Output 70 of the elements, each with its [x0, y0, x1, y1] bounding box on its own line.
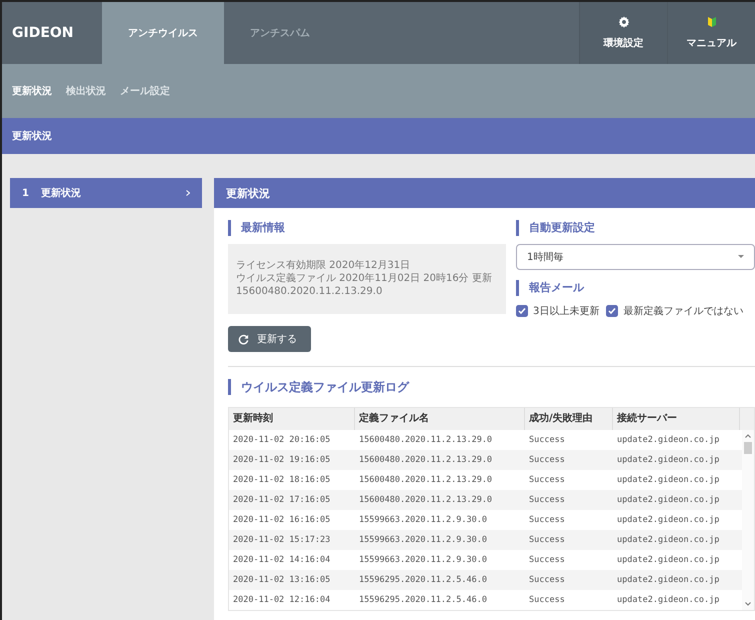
scroll-down-icon[interactable]	[745, 602, 751, 606]
table-cell-text: update2.gideon.co.jp	[616, 475, 720, 485]
table-cell-text: 2020-11-02 14:16:04	[232, 555, 332, 565]
table-cell-text: 2020-11-02 20:16:05	[232, 435, 332, 445]
leaf-icon	[706, 16, 718, 28]
table-cell-text: 2020-11-02 16:16:05	[232, 515, 332, 525]
table-cell-text: 2020-11-02 17:16:05	[232, 495, 332, 505]
section-heading: ウイルス定義ファイル更新ログ	[228, 379, 755, 395]
table-cell-text: update2.gideon.co.jp	[616, 555, 720, 565]
info-text: 15600480.2020.11.2.13.29.0	[236, 286, 384, 298]
table-cell-text: 15599663.2020.11.2.9.30.0	[358, 515, 488, 525]
refresh-icon	[238, 334, 249, 344]
sub-tab[interactable]: 更新状況	[12, 84, 52, 98]
info-text: ウイルス定義ファイル 2020年11月02日 20時16分 更新	[236, 273, 493, 285]
table-cell-text: 15600480.2020.11.2.13.29.0	[358, 455, 494, 465]
table-cell-text: Success	[528, 535, 566, 545]
table-cell-text: 2020-11-02 13:16:05	[232, 575, 332, 585]
nav-action-button[interactable]: 環境設定	[579, 2, 667, 64]
table-cell-text: 15596295.2020.11.2.5.46.0	[358, 595, 488, 605]
table-cell-text: Success	[528, 575, 566, 585]
table-cell-text: Success	[528, 495, 566, 505]
table-cell-text: Success	[528, 475, 566, 485]
scrollbar[interactable]	[742, 430, 754, 610]
table-cell-text: update2.gideon.co.jp	[616, 455, 720, 465]
table-cell-text: update2.gideon.co.jp	[616, 535, 720, 545]
column-header: 更新時刻	[229, 408, 355, 430]
interval-dropdown[interactable]: 1時間毎	[516, 244, 755, 270]
nav-tab[interactable]: アンチウイルス	[102, 2, 224, 64]
table-cell-text: Success	[528, 455, 566, 465]
table-cell-text: 15599663.2020.11.2.9.30.0	[358, 535, 488, 545]
table-cell-text: Success	[528, 515, 566, 525]
checkbox-option[interactable]: 最新定義ファイルではない	[606, 304, 744, 318]
logo-text: GIDEON	[11, 25, 75, 41]
section-heading: 報告メール	[516, 280, 755, 296]
table-cell-text: 15600480.2020.11.2.13.29.0	[358, 495, 494, 505]
nav-action-button[interactable]: マニュアル	[667, 2, 755, 64]
table-cell-text: 15599663.2020.11.2.9.30.0	[358, 555, 488, 565]
table-cell-text: update2.gideon.co.jp	[616, 515, 720, 525]
scroll-thumb[interactable]	[744, 442, 752, 454]
column-header: 接続サーバー	[613, 408, 740, 430]
panel-title: 更新状況	[226, 186, 270, 200]
column-header: 成功/失敗理由	[525, 408, 613, 430]
chevron-icon	[186, 190, 190, 196]
checkbox[interactable]	[516, 305, 528, 317]
caret-icon	[738, 255, 744, 259]
table-cell-text: 2020-11-02 19:16:05	[232, 455, 332, 465]
scroll-up-icon[interactable]	[745, 434, 751, 438]
table-cell-text: 2020-11-02 15:17:23	[232, 535, 332, 545]
table-cell-text: Success	[528, 595, 566, 605]
section-heading: 自動更新設定	[516, 220, 755, 236]
checkbox-option[interactable]: 3日以上未更新	[516, 304, 600, 318]
table-cell-text: 2020-11-02 18:16:05	[232, 475, 332, 485]
table-cell-text: update2.gideon.co.jp	[616, 595, 720, 605]
column-header: 定義ファイル名	[355, 408, 525, 430]
table-cell-text: update2.gideon.co.jp	[616, 495, 720, 505]
table-cell-text: 15600480.2020.11.2.13.29.0	[358, 435, 494, 445]
table-cell-text: 2020-11-02 12:16:04	[232, 595, 332, 605]
table-cell-text: update2.gideon.co.jp	[616, 575, 720, 585]
info-text: ライセンス有効期限 2020年12月31日	[236, 260, 412, 272]
section-title: 更新状況	[12, 129, 52, 143]
table-cell-text: Success	[528, 435, 566, 445]
table-cell-text: Success	[528, 555, 566, 565]
sidebar-item[interactable]: 1 更新状況	[10, 178, 202, 208]
table-cell-text: 15596295.2020.11.2.5.46.0	[358, 575, 488, 585]
section-heading: 最新情報	[228, 220, 506, 236]
table-cell-text: 15600480.2020.11.2.13.29.0	[358, 475, 494, 485]
table-cell-text: update2.gideon.co.jp	[616, 435, 720, 445]
checkbox[interactable]	[606, 305, 618, 317]
gear-icon	[618, 16, 630, 28]
update-button[interactable]: 更新する	[228, 326, 311, 352]
